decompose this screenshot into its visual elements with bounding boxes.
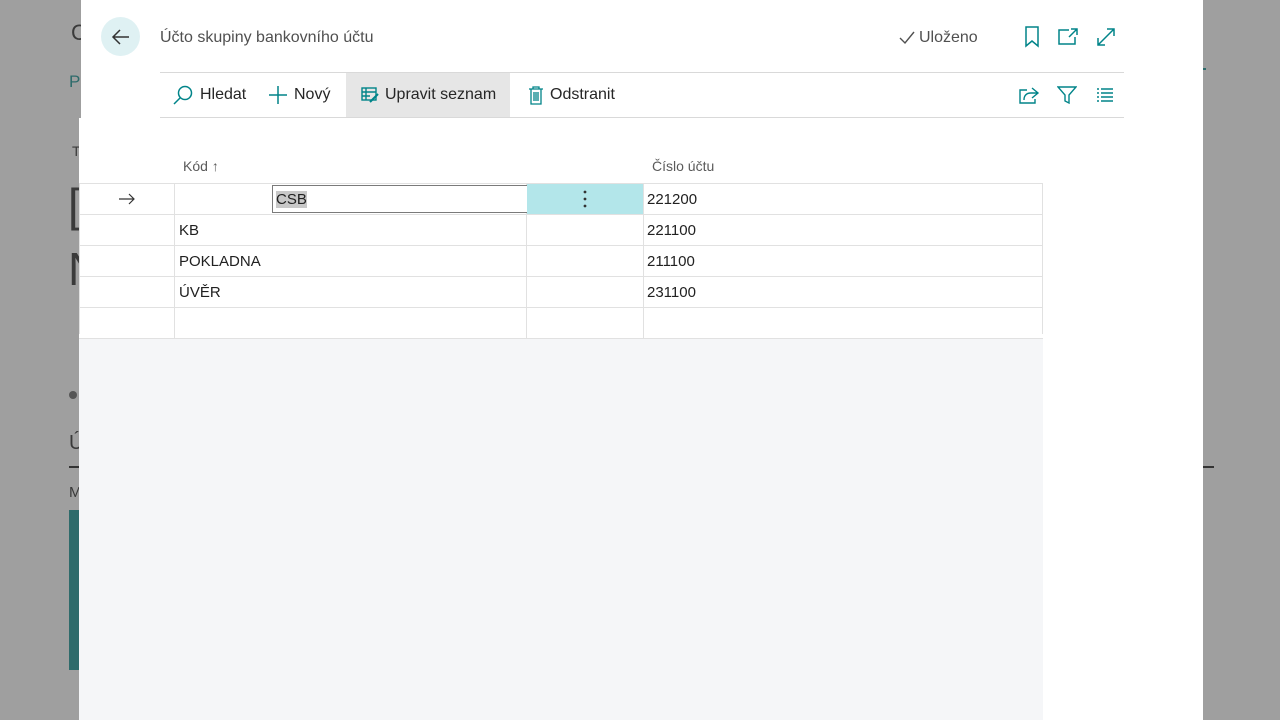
bookmark-icon xyxy=(1025,26,1039,48)
filter-icon xyxy=(1057,86,1077,105)
row-menu-button[interactable] xyxy=(527,184,644,214)
edit-list-icon xyxy=(361,87,379,103)
sort-ascending-icon: ↑ xyxy=(211,158,219,174)
expand-icon xyxy=(1097,28,1115,46)
list-view-button[interactable] xyxy=(1093,83,1117,107)
grid-header: Kód ↑ Číslo účtu xyxy=(79,118,1043,183)
filter-button[interactable] xyxy=(1055,83,1079,107)
current-row-arrow-icon xyxy=(118,193,135,205)
delete-label: Odstranit xyxy=(550,86,615,103)
action-toolbar: Hledat Nový Upravit seznam Odstranit xyxy=(160,73,1124,117)
row-menu-cell[interactable] xyxy=(527,215,644,245)
row-selector[interactable] xyxy=(79,246,175,276)
row-selector[interactable] xyxy=(79,308,175,338)
account-cell[interactable]: 221100 xyxy=(644,215,1043,245)
save-status: Uloženo xyxy=(899,29,978,47)
bookmark-button[interactable] xyxy=(1020,25,1044,49)
back-button[interactable] xyxy=(101,17,140,56)
arrow-left-icon xyxy=(111,28,129,45)
row-menu-cell[interactable] xyxy=(527,277,644,307)
table-row-new[interactable] xyxy=(79,308,1043,339)
table-row[interactable]: ÚVĚR 231100 xyxy=(79,277,1043,308)
bg-letter: P xyxy=(69,72,81,91)
bg-divider xyxy=(1203,466,1214,468)
code-cell[interactable]: CSB xyxy=(175,184,622,214)
trash-icon xyxy=(529,86,543,105)
save-status-label: Uloženo xyxy=(919,29,978,46)
more-options-icon xyxy=(583,190,587,208)
new-label: Nový xyxy=(294,86,331,103)
code-cell[interactable]: POKLADNA xyxy=(175,246,527,276)
checkmark-icon xyxy=(899,31,915,45)
code-cell[interactable]: KB xyxy=(175,215,527,245)
column-header-code-label: Kód xyxy=(183,158,208,174)
code-cell[interactable]: ÚVĚR xyxy=(175,277,527,307)
edit-list-label: Upravit seznam xyxy=(385,86,497,103)
row-menu-cell[interactable] xyxy=(527,246,644,276)
row-selector[interactable] xyxy=(79,184,175,214)
column-header-account[interactable]: Číslo účtu xyxy=(652,158,714,174)
account-cell[interactable]: 231100 xyxy=(644,277,1043,307)
row-selector[interactable] xyxy=(79,215,175,245)
search-label: Hledat xyxy=(200,86,247,103)
search-button[interactable]: Hledat xyxy=(172,73,246,117)
list-view-icon xyxy=(1097,88,1113,102)
grid-rows: CSB 221200 KB 221100 POKLADNA 211100 ÚVĚ… xyxy=(79,183,1043,339)
open-in-new-window-icon xyxy=(1058,28,1078,45)
table-row[interactable]: CSB 221200 xyxy=(79,183,1043,215)
bg-dot xyxy=(69,391,77,399)
account-cell[interactable]: 211100 xyxy=(644,246,1043,276)
open-new-window-button[interactable] xyxy=(1056,25,1080,49)
code-value: CSB xyxy=(276,190,307,208)
table-row[interactable]: KB 221100 xyxy=(79,215,1043,246)
account-cell[interactable]: 221200 xyxy=(644,184,1043,214)
search-icon xyxy=(173,85,193,105)
column-header-code[interactable]: Kód ↑ xyxy=(183,158,219,174)
expand-button[interactable] xyxy=(1094,25,1118,49)
delete-button[interactable]: Odstranit xyxy=(528,73,615,117)
share-icon xyxy=(1019,87,1040,104)
plus-icon xyxy=(269,86,287,104)
code-cell[interactable] xyxy=(175,308,527,338)
edit-list-button[interactable]: Upravit seznam xyxy=(346,73,510,117)
account-cell[interactable] xyxy=(644,308,1043,338)
page-title: Účto skupiny bankovního účtu xyxy=(160,29,374,46)
row-selector[interactable] xyxy=(79,277,175,307)
row-menu-cell[interactable] xyxy=(527,308,644,338)
new-button[interactable]: Nový xyxy=(268,73,330,117)
table-row[interactable]: POKLADNA 211100 xyxy=(79,246,1043,277)
share-button[interactable] xyxy=(1017,83,1041,107)
